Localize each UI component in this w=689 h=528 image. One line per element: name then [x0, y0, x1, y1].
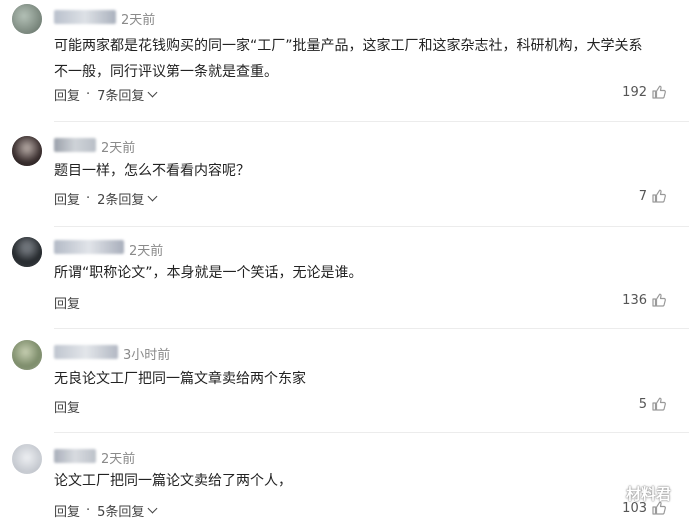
- like-count: 5: [638, 396, 647, 412]
- view-replies-button[interactable]: 2条回复: [97, 189, 158, 208]
- divider: [54, 121, 689, 122]
- divider: [54, 328, 689, 329]
- watermark: 材料君: [602, 483, 671, 504]
- avatar[interactable]: [12, 340, 42, 370]
- divider: [54, 226, 689, 227]
- actions-separator: ·: [86, 87, 91, 102]
- comment-actions: 回复 · 2条回复: [54, 189, 158, 208]
- reply-button[interactable]: 回复: [54, 85, 80, 104]
- avatar[interactable]: [12, 4, 42, 34]
- thumbs-up-icon: [652, 85, 666, 99]
- chevron-down-icon: [147, 191, 158, 202]
- comment-text: 可能两家都是花钱购买的同一家“工厂”批量产品，这家工厂和这家杂志社，科研机构，大…: [54, 38, 643, 80]
- like-control[interactable]: 5: [639, 396, 667, 412]
- avatar[interactable]: [12, 444, 42, 474]
- reply-button[interactable]: 回复: [54, 501, 80, 520]
- actions-separator: ·: [86, 191, 91, 206]
- comment-text: 题目一样，怎么不看看内容呢？: [54, 163, 250, 179]
- comment-text: 所谓“职称论文”，本身就是一个笑话，无论是谁。: [54, 265, 363, 281]
- thumbs-up-icon: [652, 293, 666, 307]
- avatar[interactable]: [12, 136, 42, 166]
- like-control[interactable]: 136: [622, 292, 667, 308]
- chevron-down-icon: [147, 503, 158, 514]
- view-replies-button[interactable]: 5条回复: [97, 501, 158, 520]
- comment-actions: 回复: [54, 397, 80, 416]
- chevron-down-icon: [147, 87, 158, 98]
- thumbs-up-icon: [652, 397, 666, 411]
- username-blurred[interactable]: [54, 240, 124, 254]
- comment-time: 2天前: [129, 244, 164, 259]
- username-blurred[interactable]: [54, 345, 118, 359]
- actions-separator: ·: [86, 503, 91, 518]
- like-count: 7: [638, 188, 647, 204]
- reply-button[interactable]: 回复: [54, 397, 80, 416]
- username-blurred[interactable]: [54, 449, 96, 463]
- divider: [54, 432, 689, 433]
- comment-text: 论文工厂把同一篇论文卖给了两个人，: [54, 473, 292, 489]
- comment-time: 2天前: [101, 141, 136, 156]
- replies-count-label: 2条回复: [97, 193, 145, 208]
- like-control[interactable]: 192: [622, 84, 667, 100]
- avatar[interactable]: [12, 237, 42, 267]
- wechat-logo-icon: [602, 486, 622, 501]
- watermark-text: 材料君: [625, 485, 671, 503]
- comment-actions: 回复: [54, 293, 80, 312]
- reply-button[interactable]: 回复: [54, 189, 80, 208]
- like-control[interactable]: 7: [639, 188, 667, 204]
- replies-count-label: 7条回复: [97, 89, 145, 104]
- username-blurred[interactable]: [54, 10, 116, 24]
- like-count: 192: [622, 84, 647, 100]
- username-blurred[interactable]: [54, 138, 96, 152]
- thumbs-up-icon: [652, 189, 666, 203]
- replies-count-label: 5条回复: [97, 505, 145, 520]
- comment-time: 2天前: [121, 13, 156, 28]
- comment-time: 2天前: [101, 452, 136, 467]
- view-replies-button[interactable]: 7条回复: [97, 85, 158, 104]
- comment-actions: 回复 · 5条回复: [54, 501, 158, 520]
- comment-time: 3小时前: [123, 348, 171, 363]
- comment-text: 无良论文工厂把同一篇文章卖给两个东家: [54, 371, 306, 387]
- like-count: 136: [622, 292, 647, 308]
- reply-button[interactable]: 回复: [54, 293, 80, 312]
- comment-actions: 回复 · 7条回复: [54, 85, 158, 104]
